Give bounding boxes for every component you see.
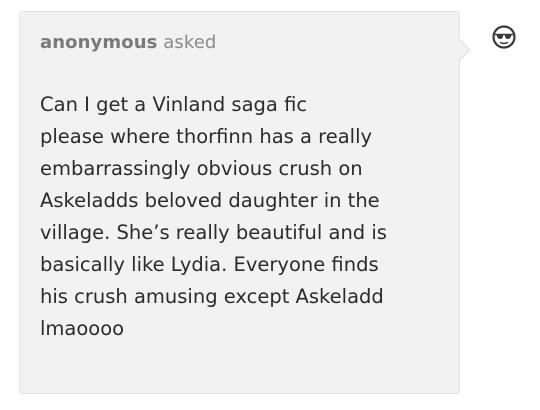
- asker-name[interactable]: anonymous: [40, 32, 157, 53]
- question-line: village. She’s really beautiful and is: [40, 221, 387, 244]
- ask-question-text: Can I get a Vinland saga fic please wher…: [40, 89, 450, 345]
- ask-header: anonymous asked: [40, 32, 216, 53]
- question-line: his crush amusing except Askeladd: [40, 285, 384, 308]
- question-line: basically like Lydia. Everyone finds: [40, 253, 379, 276]
- asked-label: asked: [163, 32, 217, 53]
- speech-tail: [458, 39, 469, 61]
- question-line: embarrassingly obvious crush on: [40, 157, 363, 180]
- question-line: lmaoooo: [40, 317, 125, 340]
- question-line: please where thorfinn has a really: [40, 125, 373, 148]
- anonymous-avatar-icon[interactable]: [489, 22, 519, 52]
- question-line: Askeladds beloved daughter in the: [40, 189, 380, 212]
- ask-card: anonymous asked Can I get a Vinland saga…: [19, 11, 471, 394]
- question-line: Can I get a Vinland saga fic: [40, 93, 308, 116]
- sunglasses-face-icon: [492, 25, 516, 49]
